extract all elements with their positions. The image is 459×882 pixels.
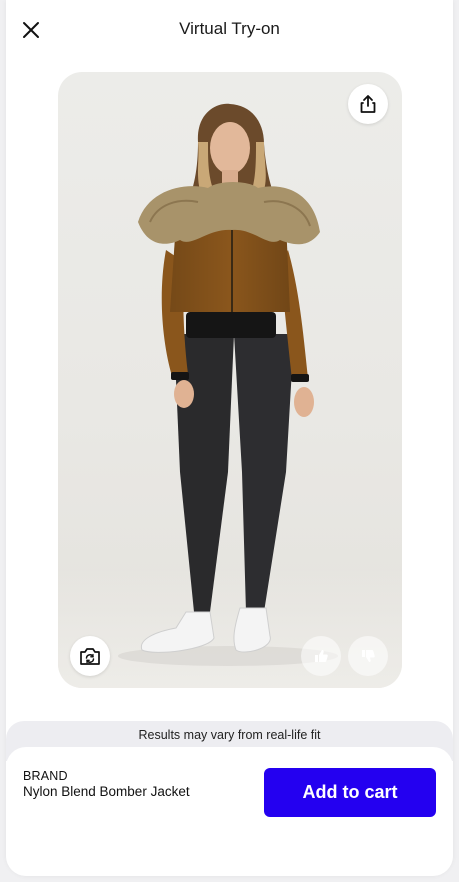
try-on-image	[58, 72, 402, 688]
retake-photo-button[interactable]	[70, 636, 110, 676]
share-button[interactable]	[348, 84, 388, 124]
thumbs-down-button[interactable]	[348, 636, 388, 676]
fit-disclaimer-text: Results may vary from real-life fit	[138, 728, 321, 742]
page-title: Virtual Try-on	[179, 19, 280, 38]
camera-flip-icon	[80, 648, 100, 665]
add-to-cart-button[interactable]: Add to cart	[264, 768, 436, 817]
model-figure	[118, 103, 338, 666]
thumbs-up-button[interactable]	[301, 636, 341, 676]
product-name: Nylon Blend Bomber Jacket	[23, 784, 190, 799]
thumbs-down-icon	[362, 650, 375, 662]
product-panel: BRAND Nylon Blend Bomber Jacket Add to c…	[6, 747, 453, 876]
thumbs-up-icon	[315, 650, 328, 662]
top-bar: Virtual Try-on	[6, 0, 453, 60]
share-icon	[360, 95, 376, 113]
brand-label: BRAND	[23, 769, 68, 783]
